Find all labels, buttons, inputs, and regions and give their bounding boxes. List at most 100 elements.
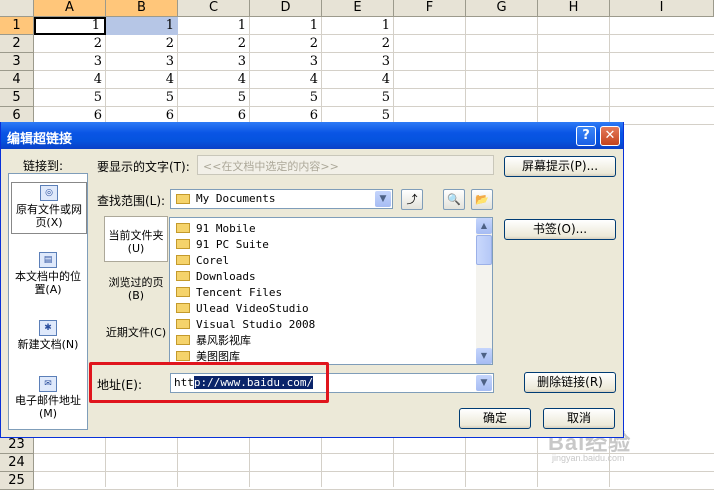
file-list-scrollbar[interactable]: ▲ ▼ bbox=[476, 218, 492, 364]
table-cell[interactable]: 3 bbox=[34, 53, 106, 71]
folder-icon bbox=[176, 239, 190, 249]
scroll-thumb[interactable] bbox=[476, 235, 492, 265]
column-header[interactable]: H bbox=[538, 0, 610, 17]
ok-button[interactable]: 确定 bbox=[459, 408, 531, 429]
table-cell[interactable]: 2 bbox=[322, 35, 394, 53]
file-name: Downloads bbox=[196, 270, 256, 283]
table-cell[interactable]: 4 bbox=[178, 71, 250, 89]
file-name: Visual Studio 2008 bbox=[196, 318, 316, 331]
tab-browsed-pages[interactable]: 浏览过的页(B) bbox=[104, 276, 168, 310]
table-cell[interactable]: 4 bbox=[322, 71, 394, 89]
look-in-value: My Documents bbox=[196, 192, 276, 205]
column-header[interactable]: F bbox=[394, 0, 466, 17]
list-item[interactable]: 暴风影视库 bbox=[176, 333, 251, 349]
list-item[interactable]: Ulead VideoStudio bbox=[176, 301, 309, 317]
row-header[interactable]: 1 bbox=[0, 17, 34, 35]
select-all-corner[interactable] bbox=[0, 0, 34, 17]
row-header[interactable]: 4 bbox=[0, 71, 34, 89]
link-place-in-document-item[interactable]: ▤ 本文档中的位置(A) bbox=[11, 252, 85, 296]
display-text-field[interactable]: <<在文档中选定的内容>> bbox=[197, 155, 494, 175]
file-name: 91 PC Suite bbox=[196, 238, 269, 251]
file-name: Tencent Files bbox=[196, 286, 283, 299]
list-item[interactable]: Downloads bbox=[176, 269, 256, 285]
table-cell[interactable]: 2 bbox=[178, 35, 250, 53]
table-cell[interactable]: 3 bbox=[106, 53, 178, 71]
dialog-title: 编辑超链接 bbox=[7, 132, 73, 147]
cancel-button[interactable]: 取消 bbox=[543, 408, 615, 429]
table-cell[interactable]: 3 bbox=[178, 53, 250, 71]
table-cell[interactable]: 5 bbox=[34, 89, 106, 107]
remove-link-button[interactable]: 删除链接(R) bbox=[524, 372, 616, 393]
open-folder-icon: 📂 bbox=[475, 193, 489, 206]
table-cell[interactable]: 5 bbox=[106, 89, 178, 107]
browse-file-button[interactable]: 📂 bbox=[471, 189, 493, 210]
table-cell[interactable]: 2 bbox=[106, 35, 178, 53]
close-button[interactable]: ✕ bbox=[600, 126, 620, 146]
table-cell[interactable]: 4 bbox=[250, 71, 322, 89]
table-cell[interactable]: 5 bbox=[178, 89, 250, 107]
folder-icon bbox=[176, 194, 190, 204]
table-cell[interactable]: 4 bbox=[106, 71, 178, 89]
row-header[interactable]: 2 bbox=[0, 35, 34, 53]
scroll-up-icon[interactable]: ▲ bbox=[476, 218, 492, 234]
column-header[interactable]: G bbox=[466, 0, 538, 17]
screentip-button[interactable]: 屏幕提示(P)... bbox=[504, 156, 616, 177]
bookmark-button[interactable]: 书签(O)... bbox=[504, 219, 616, 240]
help-button[interactable]: ? bbox=[576, 126, 596, 146]
list-item[interactable]: Corel bbox=[176, 253, 229, 269]
table-cell[interactable]: 1 bbox=[250, 17, 322, 35]
browse-web-button[interactable]: 🔍 bbox=[443, 189, 465, 210]
table-cell[interactable]: 2 bbox=[34, 35, 106, 53]
address-highlight-box bbox=[89, 362, 329, 403]
link-new-document-item[interactable]: ✱ 新建文档(N) bbox=[11, 320, 85, 352]
table-cell[interactable]: 5 bbox=[250, 89, 322, 107]
table-cell[interactable]: 1 bbox=[106, 17, 178, 35]
table-cell[interactable]: 3 bbox=[250, 53, 322, 71]
table-cell[interactable]: 5 bbox=[322, 89, 394, 107]
watermark-url: jingyan.baidu.com bbox=[552, 453, 625, 463]
folder-icon bbox=[176, 223, 190, 233]
row-header[interactable]: 5 bbox=[0, 89, 34, 107]
table-cell[interactable]: 4 bbox=[34, 71, 106, 89]
column-header[interactable]: E bbox=[322, 0, 394, 17]
web-page-icon: ◎ bbox=[40, 185, 58, 201]
dialog-titlebar[interactable]: 编辑超链接 ? ✕ bbox=[1, 122, 623, 149]
tab-recent-files[interactable]: 近期文件(C) bbox=[104, 326, 168, 360]
column-header[interactable]: A bbox=[34, 0, 106, 17]
link-existing-file-item[interactable]: ◎ 原有文件或网页(X) bbox=[11, 182, 87, 234]
row-header[interactable]: 24 bbox=[0, 454, 34, 472]
look-in-dropdown[interactable]: My Documents ▼ bbox=[170, 189, 393, 209]
column-header[interactable]: D bbox=[250, 0, 322, 17]
list-item[interactable]: Tencent Files bbox=[176, 285, 282, 301]
list-item[interactable]: 91 Mobile bbox=[176, 221, 256, 237]
row-header[interactable]: 3 bbox=[0, 53, 34, 71]
file-name: 暴风影视库 bbox=[196, 334, 251, 347]
display-text-value: <<在文档中选定的内容>> bbox=[203, 160, 339, 173]
table-cell[interactable]: 3 bbox=[322, 53, 394, 71]
file-name: 91 Mobile bbox=[196, 222, 256, 235]
column-header[interactable]: C bbox=[178, 0, 250, 17]
column-header[interactable]: B bbox=[106, 0, 178, 17]
list-item[interactable]: Visual Studio 2008 bbox=[176, 317, 315, 333]
link-new-document-label: 新建文档(N) bbox=[17, 338, 79, 351]
table-cell[interactable]: 1 bbox=[178, 17, 250, 35]
chevron-down-icon[interactable]: ▼ bbox=[375, 191, 391, 207]
browse-web-icon: 🔍 bbox=[447, 193, 461, 206]
chevron-down-icon[interactable]: ▼ bbox=[476, 375, 492, 391]
grid-line bbox=[34, 471, 714, 472]
tab-current-folder[interactable]: 当前文件夹(U) bbox=[104, 216, 168, 262]
new-document-icon: ✱ bbox=[39, 320, 57, 336]
link-email-item[interactable]: ✉ 电子邮件地址(M) bbox=[11, 376, 85, 420]
table-cell[interactable]: 2 bbox=[250, 35, 322, 53]
table-cell[interactable]: 1 bbox=[34, 17, 106, 35]
folder-icon bbox=[176, 335, 190, 345]
folder-icon bbox=[176, 303, 190, 313]
row-header[interactable]: 23 bbox=[0, 436, 34, 454]
column-header[interactable]: I bbox=[610, 0, 714, 17]
list-item[interactable]: 91 PC Suite bbox=[176, 237, 269, 253]
folder-icon bbox=[176, 255, 190, 265]
table-cell[interactable]: 1 bbox=[322, 17, 394, 35]
scroll-down-icon[interactable]: ▼ bbox=[476, 348, 492, 364]
row-header[interactable]: 25 bbox=[0, 472, 34, 490]
up-folder-button[interactable]: ⤴ bbox=[401, 189, 423, 210]
